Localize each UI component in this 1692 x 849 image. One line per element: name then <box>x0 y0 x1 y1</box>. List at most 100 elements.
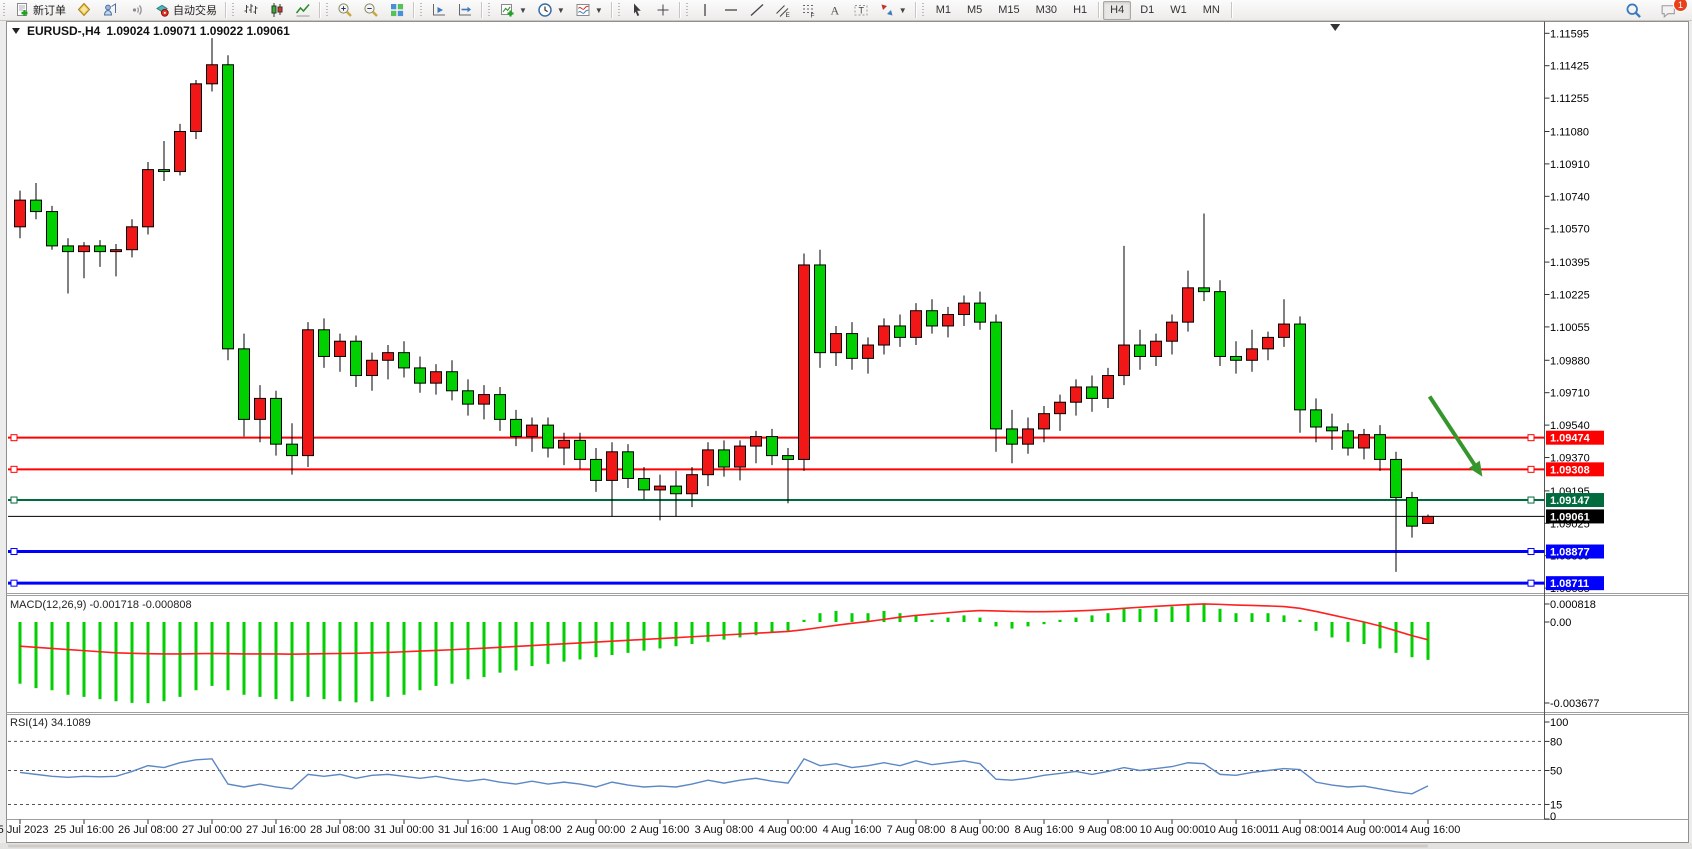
notifications-button[interactable]: 1 <box>1655 0 1682 20</box>
toolbar-grip[interactable] <box>685 3 690 17</box>
depth-of-market-icon <box>76 2 92 18</box>
chevron-down-icon[interactable]: ▼ <box>519 6 527 15</box>
tile-windows-icon <box>389 2 405 18</box>
line-handle[interactable] <box>1528 497 1534 503</box>
candle <box>1311 410 1322 427</box>
candle <box>847 334 858 359</box>
arrows-button[interactable]: ▼ <box>874 0 912 20</box>
chevron-down-icon[interactable]: ▼ <box>557 6 565 15</box>
scrollbar-thumb[interactable] <box>8 845 1428 848</box>
signals-button[interactable] <box>123 0 149 20</box>
timeframe-h1-button[interactable]: H1 <box>1066 1 1094 20</box>
timeframe-m30-button[interactable]: M30 <box>1029 1 1064 20</box>
svg-text:1.10910: 1.10910 <box>1550 159 1590 171</box>
timeframe-w1-button[interactable]: W1 <box>1163 1 1194 20</box>
candle <box>463 391 474 404</box>
candle <box>943 315 954 326</box>
svg-text:3 Aug 08:00: 3 Aug 08:00 <box>695 824 754 836</box>
chevron-down-icon[interactable]: ▼ <box>595 6 603 15</box>
line-handle[interactable] <box>1528 466 1534 472</box>
timeframe-m15-button[interactable]: M15 <box>991 1 1026 20</box>
svg-text:1.11080: 1.11080 <box>1550 126 1589 138</box>
svg-text:28 Jul 08:00: 28 Jul 08:00 <box>310 824 370 836</box>
auto-trading-button[interactable]: 自动交易 <box>149 0 222 20</box>
zoom-out-button[interactable] <box>358 0 384 20</box>
candle <box>1359 435 1370 448</box>
trendline-button[interactable] <box>744 0 770 20</box>
zoom-in-button[interactable] <box>332 0 358 20</box>
svg-text:4 Aug 16:00: 4 Aug 16:00 <box>823 824 882 836</box>
equidistant-channel-button[interactable]: E <box>770 0 796 20</box>
timeframe-mn-button[interactable]: MN <box>1196 1 1227 20</box>
toolbar-grip[interactable] <box>325 3 330 17</box>
equidistant-channel-icon: E <box>775 2 791 18</box>
search-button[interactable] <box>1620 0 1647 20</box>
svg-text:1.10570: 1.10570 <box>1550 224 1590 236</box>
candle <box>255 398 266 419</box>
candle <box>1167 322 1178 341</box>
horizontal-line-button[interactable] <box>718 0 744 20</box>
timeframe-d1-button[interactable]: D1 <box>1133 1 1161 20</box>
candle <box>895 326 906 337</box>
candle <box>1247 349 1258 360</box>
candle <box>687 475 698 494</box>
tile-windows-button[interactable] <box>384 0 410 20</box>
text-label-button[interactable]: T <box>848 0 874 20</box>
svg-text:1.11255: 1.11255 <box>1550 93 1589 105</box>
line-handle[interactable] <box>1528 549 1534 555</box>
fibonacci-button[interactable]: F <box>796 0 822 20</box>
toolbar-grip[interactable] <box>2 3 7 17</box>
candle <box>367 360 378 375</box>
timeframe-m5-button[interactable]: M5 <box>960 1 989 20</box>
candle <box>399 353 410 368</box>
terminal-button[interactable] <box>97 0 123 20</box>
chart-shift-button[interactable] <box>452 0 478 20</box>
crosshair-button[interactable] <box>650 0 676 20</box>
candle <box>1119 345 1130 376</box>
candle <box>303 330 314 456</box>
candle <box>479 395 490 405</box>
toolbar-grip[interactable] <box>231 3 236 17</box>
candle <box>831 334 842 353</box>
candle <box>1151 341 1162 356</box>
timeframe-h4-button[interactable]: H4 <box>1103 1 1131 20</box>
cursor-button[interactable] <box>624 0 650 20</box>
candle <box>911 311 922 338</box>
indicators-button[interactable]: ▼ <box>494 0 532 20</box>
toolbar-grip[interactable] <box>921 3 926 17</box>
candlestick-chart-button[interactable] <box>264 0 290 20</box>
depth-of-market-button[interactable] <box>71 0 97 20</box>
toolbar-grip[interactable] <box>617 3 622 17</box>
line-handle[interactable] <box>1528 580 1534 586</box>
candle <box>351 341 362 375</box>
templates-button[interactable]: ▼ <box>570 0 608 20</box>
candle <box>79 246 90 252</box>
text-label-icon: T <box>853 2 869 18</box>
new-order-button[interactable]: 新订单 <box>9 0 71 20</box>
line-handle[interactable] <box>11 466 17 472</box>
chart-canvas[interactable]: 1.115951.114251.112551.110801.109101.107… <box>0 0 1692 849</box>
candle <box>655 486 666 490</box>
bar-chart-button[interactable] <box>238 0 264 20</box>
line-handle[interactable] <box>11 497 17 503</box>
line-handle[interactable] <box>11 580 17 586</box>
chevron-down-icon[interactable]: ▼ <box>899 6 907 15</box>
line-handle[interactable] <box>1528 435 1534 441</box>
price-tag: 1.09147 <box>1546 493 1604 507</box>
toolbar-grip[interactable] <box>419 3 424 17</box>
timeframe-m1-button[interactable]: M1 <box>929 1 958 20</box>
svg-text:1.08711: 1.08711 <box>1550 578 1589 590</box>
candle <box>271 398 282 444</box>
svg-text:27 Jul 00:00: 27 Jul 00:00 <box>182 824 242 836</box>
auto-scroll-button[interactable] <box>426 0 452 20</box>
text-button[interactable]: A <box>822 0 848 20</box>
candle <box>1407 498 1418 527</box>
line-handle[interactable] <box>11 549 17 555</box>
line-chart-button[interactable] <box>290 0 316 20</box>
toolbar-grip[interactable] <box>487 3 492 17</box>
line-handle[interactable] <box>11 435 17 441</box>
svg-text:1.09474: 1.09474 <box>1550 433 1591 445</box>
vertical-line-button[interactable] <box>692 0 718 20</box>
periods-button[interactable]: ▼ <box>532 0 570 20</box>
zoom-out-icon <box>363 2 379 18</box>
